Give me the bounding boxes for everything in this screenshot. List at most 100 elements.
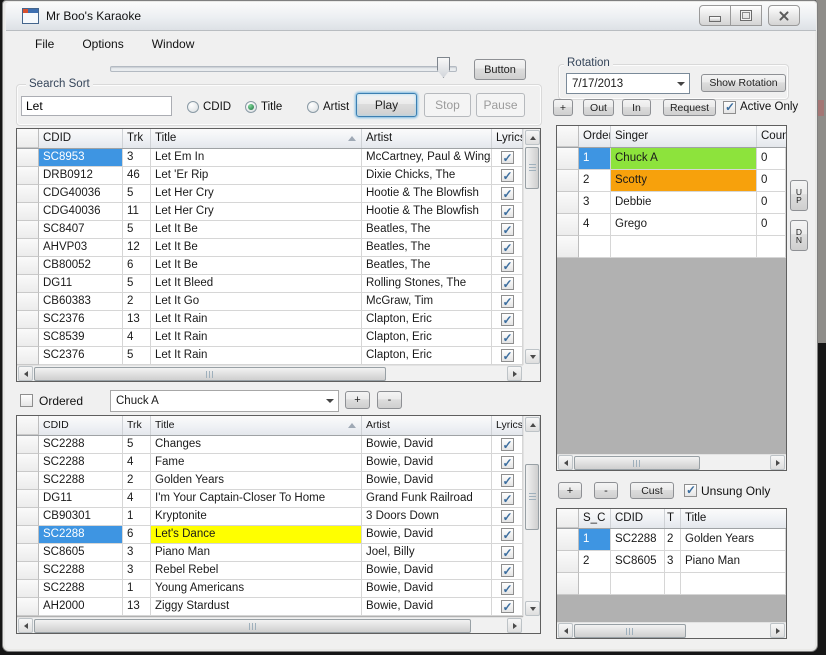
cell-cdid[interactable]: SC8953 — [39, 149, 123, 167]
cell-singer[interactable]: Grego — [611, 214, 757, 236]
row-header[interactable] — [17, 526, 39, 544]
lyrics-checkbox[interactable] — [501, 564, 514, 577]
table-row[interactable]: 4Grego0 — [557, 214, 786, 236]
cell-title[interactable]: Fame — [151, 454, 362, 472]
row-header[interactable] — [557, 573, 579, 595]
table-row[interactable]: AHVP0312Let It BeBeatles, The — [17, 239, 540, 257]
row-header[interactable] — [17, 167, 39, 185]
cell-t[interactable]: 2 — [665, 529, 681, 551]
cell-title[interactable]: Piano Man — [151, 544, 362, 562]
table-row[interactable]: SC22883Rebel RebelBowie, David — [17, 562, 540, 580]
row-header[interactable] — [17, 239, 39, 257]
cell-artist[interactable]: Bowie, David — [362, 472, 492, 490]
cell-artist[interactable]: McGraw, Tim — [362, 293, 492, 311]
cell-cdid[interactable]: SC2288 — [39, 472, 123, 490]
corner-header[interactable] — [557, 126, 579, 147]
lyrics-checkbox[interactable] — [501, 241, 514, 254]
rotation-date-combobox[interactable]: 7/17/2013 — [566, 73, 690, 94]
cell-cdid[interactable]: CB80052 — [39, 257, 123, 275]
cell-trk[interactable]: 1 — [123, 580, 151, 598]
cell-title[interactable]: Let Em In — [151, 149, 362, 167]
row-header[interactable] — [557, 170, 579, 192]
cell-lyrics[interactable] — [492, 311, 523, 329]
cell-order[interactable]: 2 — [579, 170, 611, 192]
ordered-remove-button[interactable]: - — [377, 391, 402, 409]
cell-artist[interactable]: Bowie, David — [362, 598, 492, 616]
scroll-left-button[interactable] — [558, 623, 573, 638]
menu-window[interactable]: Window — [142, 34, 205, 54]
scroll-right-button[interactable] — [507, 366, 522, 381]
cell-cdid[interactable]: SC2376 — [39, 311, 123, 329]
play-button[interactable]: Play — [356, 93, 417, 117]
lyrics-checkbox[interactable] — [501, 528, 514, 541]
row-header[interactable] — [557, 529, 579, 551]
cell-lyrics[interactable] — [492, 436, 523, 454]
cell-title[interactable]: Let It Be — [151, 221, 362, 239]
vertical-scrollbar[interactable] — [523, 129, 540, 365]
lyrics-checkbox[interactable] — [501, 259, 514, 272]
column-header-lyrics[interactable]: Lyrics — [492, 416, 523, 435]
cell-lyrics[interactable] — [492, 167, 523, 185]
scroll-up-button[interactable] — [525, 417, 540, 432]
cell-cdid[interactable]: SC2288 — [39, 526, 123, 544]
cell-title[interactable] — [681, 573, 786, 595]
cell-trk[interactable]: 3 — [123, 149, 151, 167]
lyrics-checkbox[interactable] — [501, 510, 514, 523]
cell-title[interactable]: Let It Be — [151, 257, 362, 275]
column-header-singer[interactable]: Singer — [611, 126, 757, 147]
cell-sc[interactable] — [579, 573, 611, 595]
cell-artist[interactable]: Beatles, The — [362, 221, 492, 239]
cell-artist[interactable]: Bowie, David — [362, 562, 492, 580]
cell-count[interactable]: 0 — [757, 214, 786, 236]
table-row[interactable]: SC22881Young AmericansBowie, David — [17, 580, 540, 598]
cell-trk[interactable]: 4 — [123, 329, 151, 347]
row-header[interactable] — [557, 214, 579, 236]
cell-count[interactable]: 0 — [757, 170, 786, 192]
cell-singer[interactable] — [611, 236, 757, 258]
cell-lyrics[interactable] — [492, 347, 523, 365]
table-row[interactable]: SC22882Golden YearsBowie, David — [17, 472, 540, 490]
lyrics-checkbox[interactable] — [501, 169, 514, 182]
scroll-right-button[interactable] — [770, 455, 785, 470]
lyrics-checkbox[interactable] — [501, 546, 514, 559]
generic-button[interactable]: Button — [474, 59, 526, 80]
cell-lyrics[interactable] — [492, 275, 523, 293]
lyrics-checkbox[interactable] — [501, 313, 514, 326]
cell-title[interactable]: Young Americans — [151, 580, 362, 598]
cell-title[interactable]: I'm Your Captain-Closer To Home — [151, 490, 362, 508]
scroll-left-button[interactable] — [18, 618, 33, 633]
table-row[interactable]: DRB091246Let 'Er RipDixie Chicks, The — [17, 167, 540, 185]
table-row-empty[interactable] — [557, 236, 786, 258]
table-row[interactable]: 1SC22882Golden Years — [557, 529, 786, 551]
row-header[interactable] — [17, 347, 39, 365]
radio-title[interactable] — [245, 101, 257, 113]
cell-lyrics[interactable] — [492, 329, 523, 347]
column-header-cdid[interactable]: CDID — [39, 129, 123, 148]
cell-lyrics[interactable] — [492, 239, 523, 257]
scroll-thumb[interactable] — [574, 456, 700, 470]
table-row[interactable]: 1Chuck A0 — [557, 148, 786, 170]
cell-title[interactable]: Let It Be — [151, 239, 362, 257]
queue-remove-button[interactable]: - — [594, 482, 618, 499]
cell-t[interactable] — [665, 573, 681, 595]
cell-cdid[interactable]: AH2000 — [39, 598, 123, 616]
singer-combobox[interactable]: Chuck A — [110, 390, 339, 412]
menu-file[interactable]: File — [25, 34, 64, 54]
cell-singer[interactable]: Chuck A — [611, 148, 757, 170]
scroll-left-button[interactable] — [18, 366, 33, 381]
lyrics-checkbox[interactable] — [501, 582, 514, 595]
cell-cdid[interactable]: CB90301 — [39, 508, 123, 526]
table-row[interactable]: SC22885ChangesBowie, David — [17, 436, 540, 454]
cell-trk[interactable]: 4 — [123, 490, 151, 508]
cell-lyrics[interactable] — [492, 544, 523, 562]
row-header[interactable] — [557, 148, 579, 170]
cell-trk[interactable]: 11 — [123, 203, 151, 221]
cell-title[interactable]: Let It Rain — [151, 347, 362, 365]
cell-artist[interactable]: McCartney, Paul & Wings — [362, 149, 492, 167]
table-row[interactable]: SC237613Let It RainClapton, Eric — [17, 311, 540, 329]
corner-header[interactable] — [557, 509, 579, 528]
lyrics-checkbox[interactable] — [501, 151, 514, 164]
cell-title[interactable]: Let It Bleed — [151, 275, 362, 293]
table-row[interactable]: 2SC86053Piano Man — [557, 551, 786, 573]
cell-cdid[interactable]: SC2288 — [39, 436, 123, 454]
